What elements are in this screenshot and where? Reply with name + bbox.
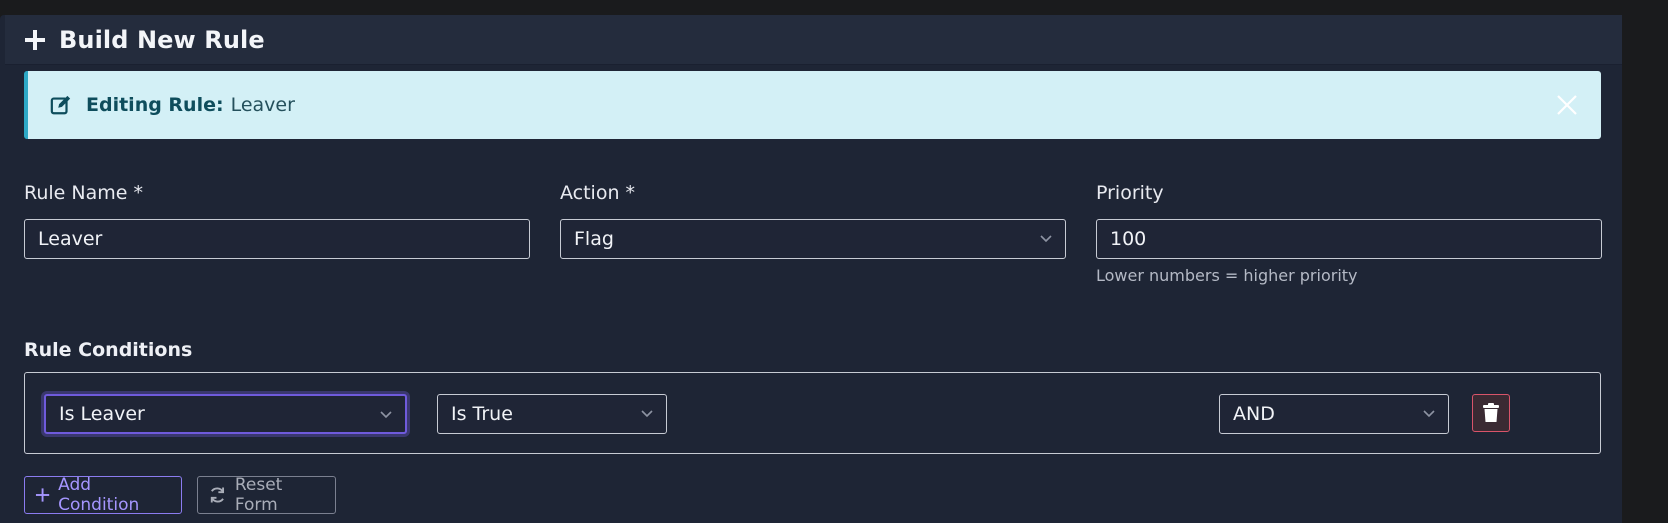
chevron-down-icon <box>641 410 653 418</box>
condition-logic-value: AND <box>1233 403 1275 425</box>
condition-operator-select[interactable]: Is True <box>437 394 667 434</box>
reset-form-label: Reset Form <box>234 475 283 515</box>
editing-rule-alert: Editing Rule: Leaver <box>24 71 1601 139</box>
priority-input[interactable]: 100 <box>1096 219 1602 259</box>
trash-icon <box>1483 403 1499 422</box>
condition-field-value: Is Leaver <box>59 403 145 425</box>
edit-icon <box>50 95 71 115</box>
priority-label: Priority <box>1096 182 1164 204</box>
chevron-down-icon <box>380 411 392 419</box>
plus-icon <box>35 488 50 502</box>
action-select[interactable]: Flag <box>560 219 1066 259</box>
condition-operator-value: Is True <box>451 403 513 425</box>
rule-name-label: Rule Name * <box>24 182 143 204</box>
action-select-value: Flag <box>574 228 614 250</box>
chevron-down-icon <box>1423 410 1435 418</box>
card-header: Build New Rule <box>5 15 1622 65</box>
rule-conditions-label: Rule Conditions <box>24 339 193 361</box>
condition-field-select[interactable]: Is Leaver <box>44 394 407 434</box>
delete-condition-button[interactable] <box>1472 394 1510 432</box>
condition-logic-select[interactable]: AND <box>1219 394 1449 434</box>
chevron-down-icon <box>1040 235 1052 243</box>
close-icon[interactable] <box>1555 93 1579 117</box>
add-condition-button[interactable]: Add Condition <box>24 475 182 515</box>
action-label: Action * <box>560 182 636 204</box>
priority-help-text: Lower numbers = higher priority <box>1096 266 1358 285</box>
plus-icon <box>25 29 45 50</box>
rule-name-input[interactable]: Leaver <box>24 219 530 259</box>
card-title: Build New Rule <box>59 25 265 54</box>
alert-label: Editing Rule: <box>86 94 224 116</box>
add-condition-label: Add Condition <box>58 475 140 515</box>
refresh-icon <box>210 487 225 503</box>
reset-form-button[interactable]: Reset Form <box>197 475 336 515</box>
alert-rule-name: Leaver <box>230 94 295 116</box>
